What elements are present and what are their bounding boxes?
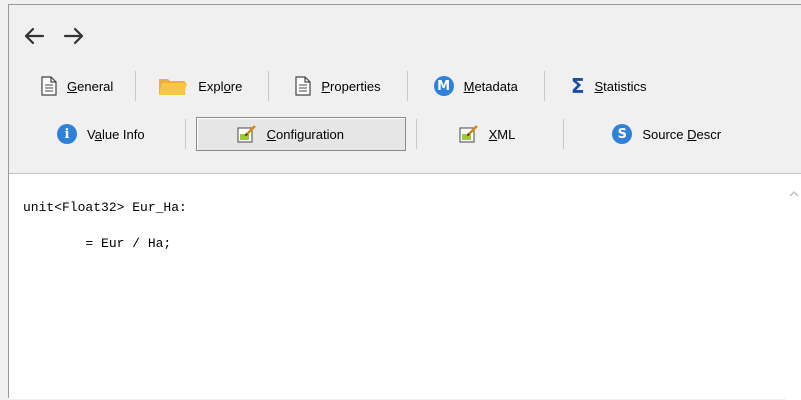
edit-document-icon [459, 125, 478, 143]
window: General Explore Properties M Metadata Σ … [8, 4, 801, 400]
tab-value-info[interactable]: i Value Info [49, 119, 153, 149]
arrow-left-icon [24, 27, 45, 45]
sigma-icon: Σ [570, 74, 585, 98]
code-line: unit<Float32> Eur_Ha: [23, 200, 187, 215]
tab-label: General [67, 78, 114, 94]
tab-statistics[interactable]: Σ Statistics [563, 71, 655, 101]
tab-separator [563, 119, 565, 149]
metadata-icon: M [433, 76, 454, 96]
source-icon: S [612, 124, 633, 144]
folder-icon [159, 79, 188, 95]
tab-separator [415, 119, 417, 149]
tab-separator [268, 71, 270, 101]
tab-label: Source Descr [642, 126, 722, 142]
tab-row-2: i Value Info Configuration XML S Source … [9, 115, 729, 153]
tab-xml[interactable]: XML [451, 119, 524, 149]
tab-general[interactable]: General [33, 71, 121, 101]
code-line: = Eur / Ha; [23, 236, 172, 251]
tab-label: Properties [321, 78, 381, 94]
arrow-right-icon [63, 27, 84, 45]
tab-source-descr[interactable]: S Source Descr [604, 119, 729, 149]
configuration-text-area[interactable]: unit<Float32> Eur_Ha: = Eur / Ha; [9, 173, 801, 400]
tab-label: Statistics [594, 78, 647, 94]
tab-configuration[interactable]: Configuration [195, 117, 406, 151]
tab-separator [543, 71, 545, 101]
document-icon [295, 76, 311, 96]
tab-metadata[interactable]: M Metadata [426, 71, 526, 101]
tab-label: Configuration [266, 126, 344, 142]
document-icon [41, 76, 57, 96]
navigation-bar [21, 23, 87, 53]
tab-separator [184, 119, 186, 149]
vertical-scrollbar[interactable] [786, 174, 801, 400]
scroll-up-icon[interactable] [789, 190, 799, 198]
tab-label: XML [488, 126, 516, 142]
info-icon: i [57, 124, 77, 144]
tab-label: Explore [198, 78, 243, 94]
forward-button[interactable] [61, 23, 87, 49]
tab-label: Value Info [87, 126, 145, 142]
tab-separator [406, 71, 408, 101]
tab-row-1: General Explore Properties M Metadata Σ … [9, 69, 655, 103]
edit-document-icon [237, 125, 256, 143]
tab-separator [135, 71, 137, 101]
code-content: unit<Float32> Eur_Ha: = Eur / Ha; [23, 190, 187, 262]
tab-explore[interactable]: Explore [150, 71, 250, 101]
tab-label: Metadata [463, 78, 518, 94]
tab-properties[interactable]: Properties [287, 71, 388, 101]
back-button[interactable] [21, 23, 47, 49]
